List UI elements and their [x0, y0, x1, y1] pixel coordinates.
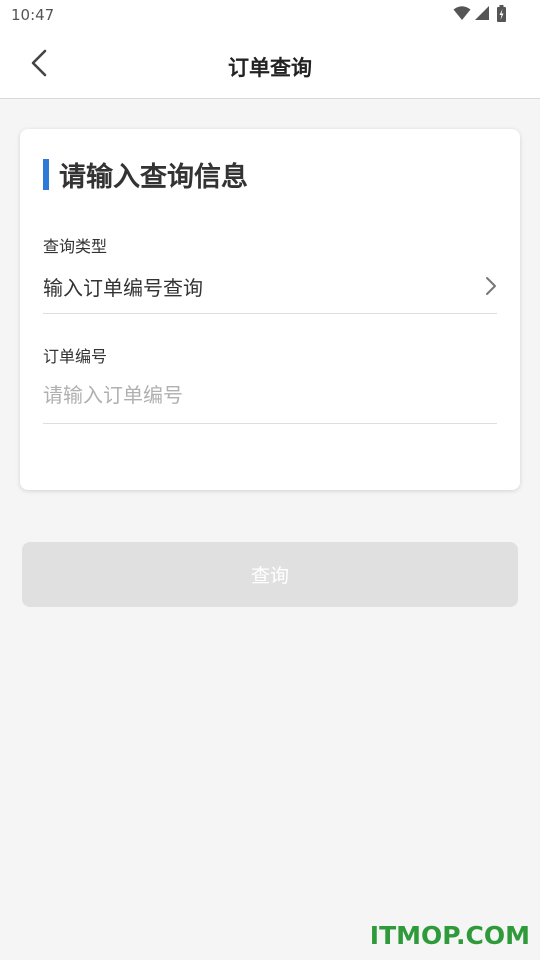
query-button[interactable]: 查询 — [22, 542, 518, 607]
section-accent-bar — [43, 159, 49, 190]
status-bar: 10:47 — [0, 0, 540, 32]
chevron-right-icon — [484, 275, 498, 297]
watermark-logo: ITMOP.COM — [369, 921, 530, 950]
status-icons — [453, 4, 506, 26]
query-type-label: 查询类型 — [43, 237, 108, 256]
signal-icon — [474, 5, 490, 25]
divider — [43, 423, 497, 424]
page-title: 订单查询 — [228, 56, 312, 80]
battery-icon — [497, 4, 506, 26]
divider — [43, 313, 497, 314]
query-type-value[interactable]: 输入订单编号查询 — [43, 272, 203, 301]
order-number-input[interactable] — [43, 380, 473, 410]
query-form-card: 请输入查询信息 查询类型 输入订单编号查询 订单编号 — [20, 129, 520, 490]
wifi-icon — [453, 5, 471, 25]
order-number-label: 订单编号 — [43, 347, 108, 366]
status-time: 10:47 — [11, 6, 55, 24]
section-title: 请输入查询信息 — [59, 162, 248, 193]
app-header: 订单查询 — [0, 32, 540, 99]
